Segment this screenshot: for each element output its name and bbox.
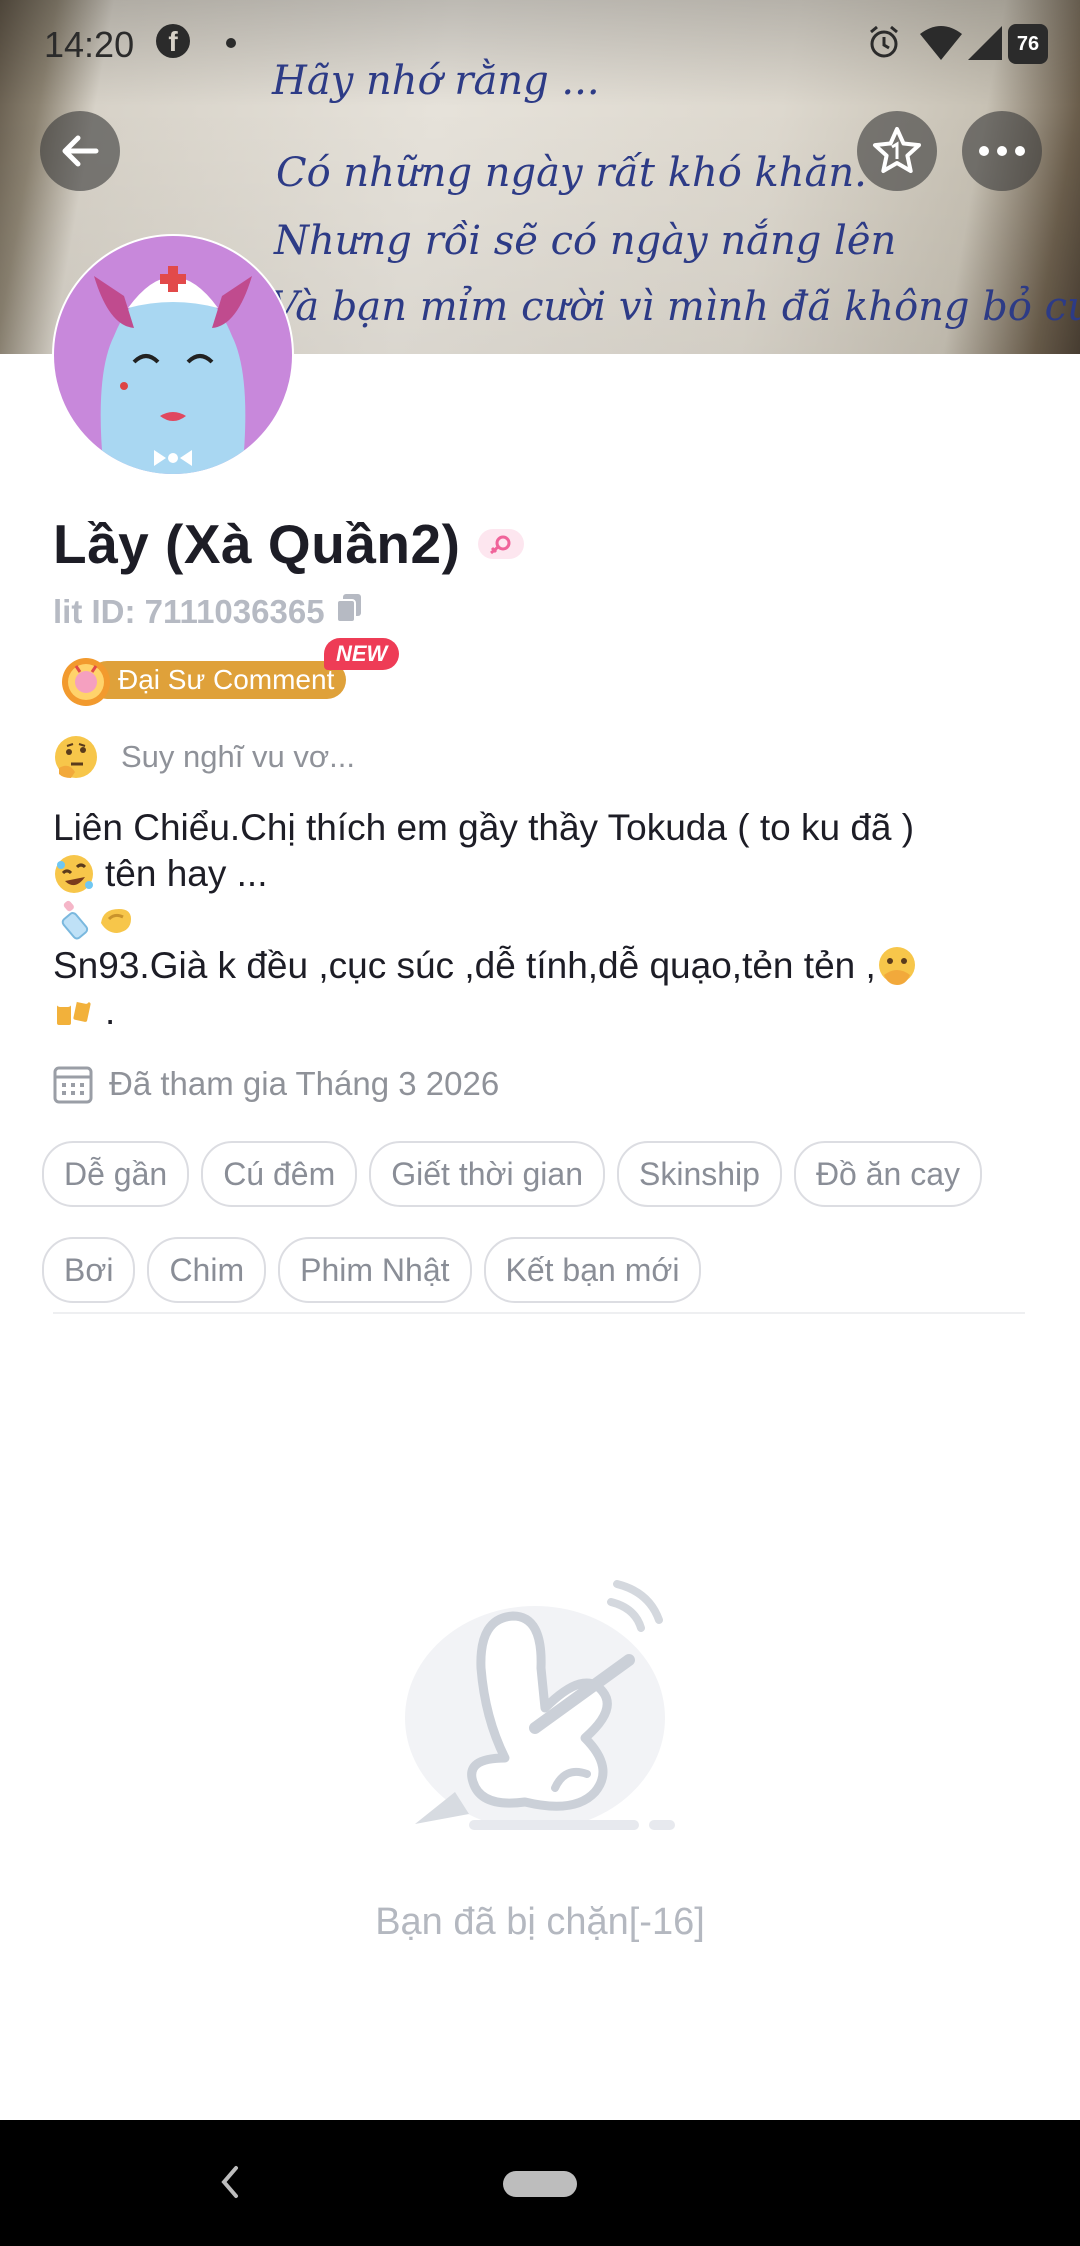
back-icon [62, 135, 99, 167]
system-nav-bar [0, 2120, 1080, 2246]
pinching-hand-icon [101, 909, 131, 933]
status-bar: 14:20 f 76 [0, 0, 1080, 88]
notification-dot [226, 38, 236, 48]
bio: Liên Chiểu.Chị thích em gầy thầy Tokuda … [53, 805, 1013, 1035]
clinking-beer-mugs-icon [57, 996, 91, 1025]
rofl-face-icon [55, 855, 93, 893]
joined-date: Đã tham gia Tháng 3 2026 [53, 1064, 499, 1104]
face-with-hand-over-mouth-icon [878, 947, 915, 985]
more-button[interactable] [962, 111, 1042, 191]
calendar-icon [53, 1066, 93, 1104]
name-row: Lầy (Xà Quần2) [53, 512, 525, 576]
tag[interactable]: Dễ gần [42, 1141, 190, 1207]
back-button[interactable] [40, 111, 120, 191]
medal-icon [62, 658, 110, 706]
nav-home-pill[interactable] [503, 2171, 577, 2197]
tags-row-2: Bơi Chim Phim Nhật Kết bạn mới [42, 1237, 1042, 1303]
bio-line-1: Liên Chiểu.Chị thích em gầy thầy Tokuda … [53, 807, 915, 848]
lit-id-text: lit ID: 7111036365 [53, 593, 325, 630]
star-icon [873, 127, 921, 173]
tag[interactable]: Bơi [42, 1237, 136, 1303]
tag[interactable]: Kết bạn mới [483, 1237, 702, 1303]
tag[interactable]: Skinship [616, 1141, 782, 1207]
wifi-icon [920, 26, 962, 69]
mood-text: Suy nghĩ vu vơ... [121, 739, 355, 774]
copy-icon[interactable] [335, 592, 363, 632]
signal-icon [968, 26, 1002, 69]
tag[interactable]: Cú đêm [201, 1141, 358, 1207]
blocked-rabbit-illustration [405, 1580, 675, 1830]
interest-tags: Dễ gần Cú đêm Giết thời gian Skinship Đồ… [42, 1141, 1042, 1333]
cover-line-3: Nhưng rồi sẽ có ngày nắng lên [274, 218, 897, 264]
baby-bottle-icon [61, 900, 89, 940]
tags-row-1: Dễ gần Cú đêm Giết thời gian Skinship Đồ… [42, 1141, 1042, 1207]
alarm-icon [866, 24, 902, 69]
tag[interactable]: Đồ ăn cay [793, 1141, 983, 1207]
bio-line-3-row [53, 897, 1013, 943]
avatar[interactable] [52, 234, 294, 476]
tag[interactable]: Phim Nhật [278, 1237, 472, 1303]
bio-line-5: . [105, 991, 116, 1032]
mood-status[interactable]: Suy nghĩ vu vơ... [53, 734, 355, 780]
thinking-face-icon [55, 736, 97, 778]
cover-line-4: Và bạn mỉm cười vì mình đã không bỏ cuộc [270, 284, 1080, 330]
bio-line-4-row: Sn93.Già k đều ,cục súc ,dễ tính,dễ quạo… [53, 943, 1013, 989]
lit-id: lit ID: 7111036365 [53, 592, 363, 632]
profile-name: Lầy (Xà Quần2) [53, 513, 461, 575]
bio-line-2: tên hay ... [105, 853, 268, 894]
blocked-message: Bạn đã bị chặn[-16] [375, 1901, 705, 1943]
bio-line-2-row: tên hay ... [53, 851, 1013, 897]
bio-line-4: Sn93.Già k đều ,cục súc ,dễ tính,dễ quạo… [53, 945, 876, 986]
bio-line-5-row: . [53, 989, 1013, 1035]
battery-icon: 76 [1008, 24, 1048, 64]
status-time: 14:20 [44, 24, 135, 65]
facebook-icon: f [156, 24, 190, 58]
more-icon [979, 146, 1025, 156]
joined-text: Đã tham gia Tháng 3 2026 [109, 1065, 500, 1102]
avatar-illustration [94, 266, 252, 474]
nav-back-icon[interactable] [218, 2164, 242, 2205]
tag[interactable]: Giết thời gian [369, 1141, 605, 1207]
badge-label: Đại Sư Comment [88, 661, 347, 699]
section-divider [53, 1312, 1025, 1314]
favorite-button[interactable] [857, 111, 937, 191]
female-icon [478, 529, 525, 559]
new-badge: NEW [324, 638, 400, 670]
cover-line-2: Có những ngày rất khó khăn. [276, 150, 867, 196]
tag[interactable]: Chim [147, 1237, 267, 1303]
